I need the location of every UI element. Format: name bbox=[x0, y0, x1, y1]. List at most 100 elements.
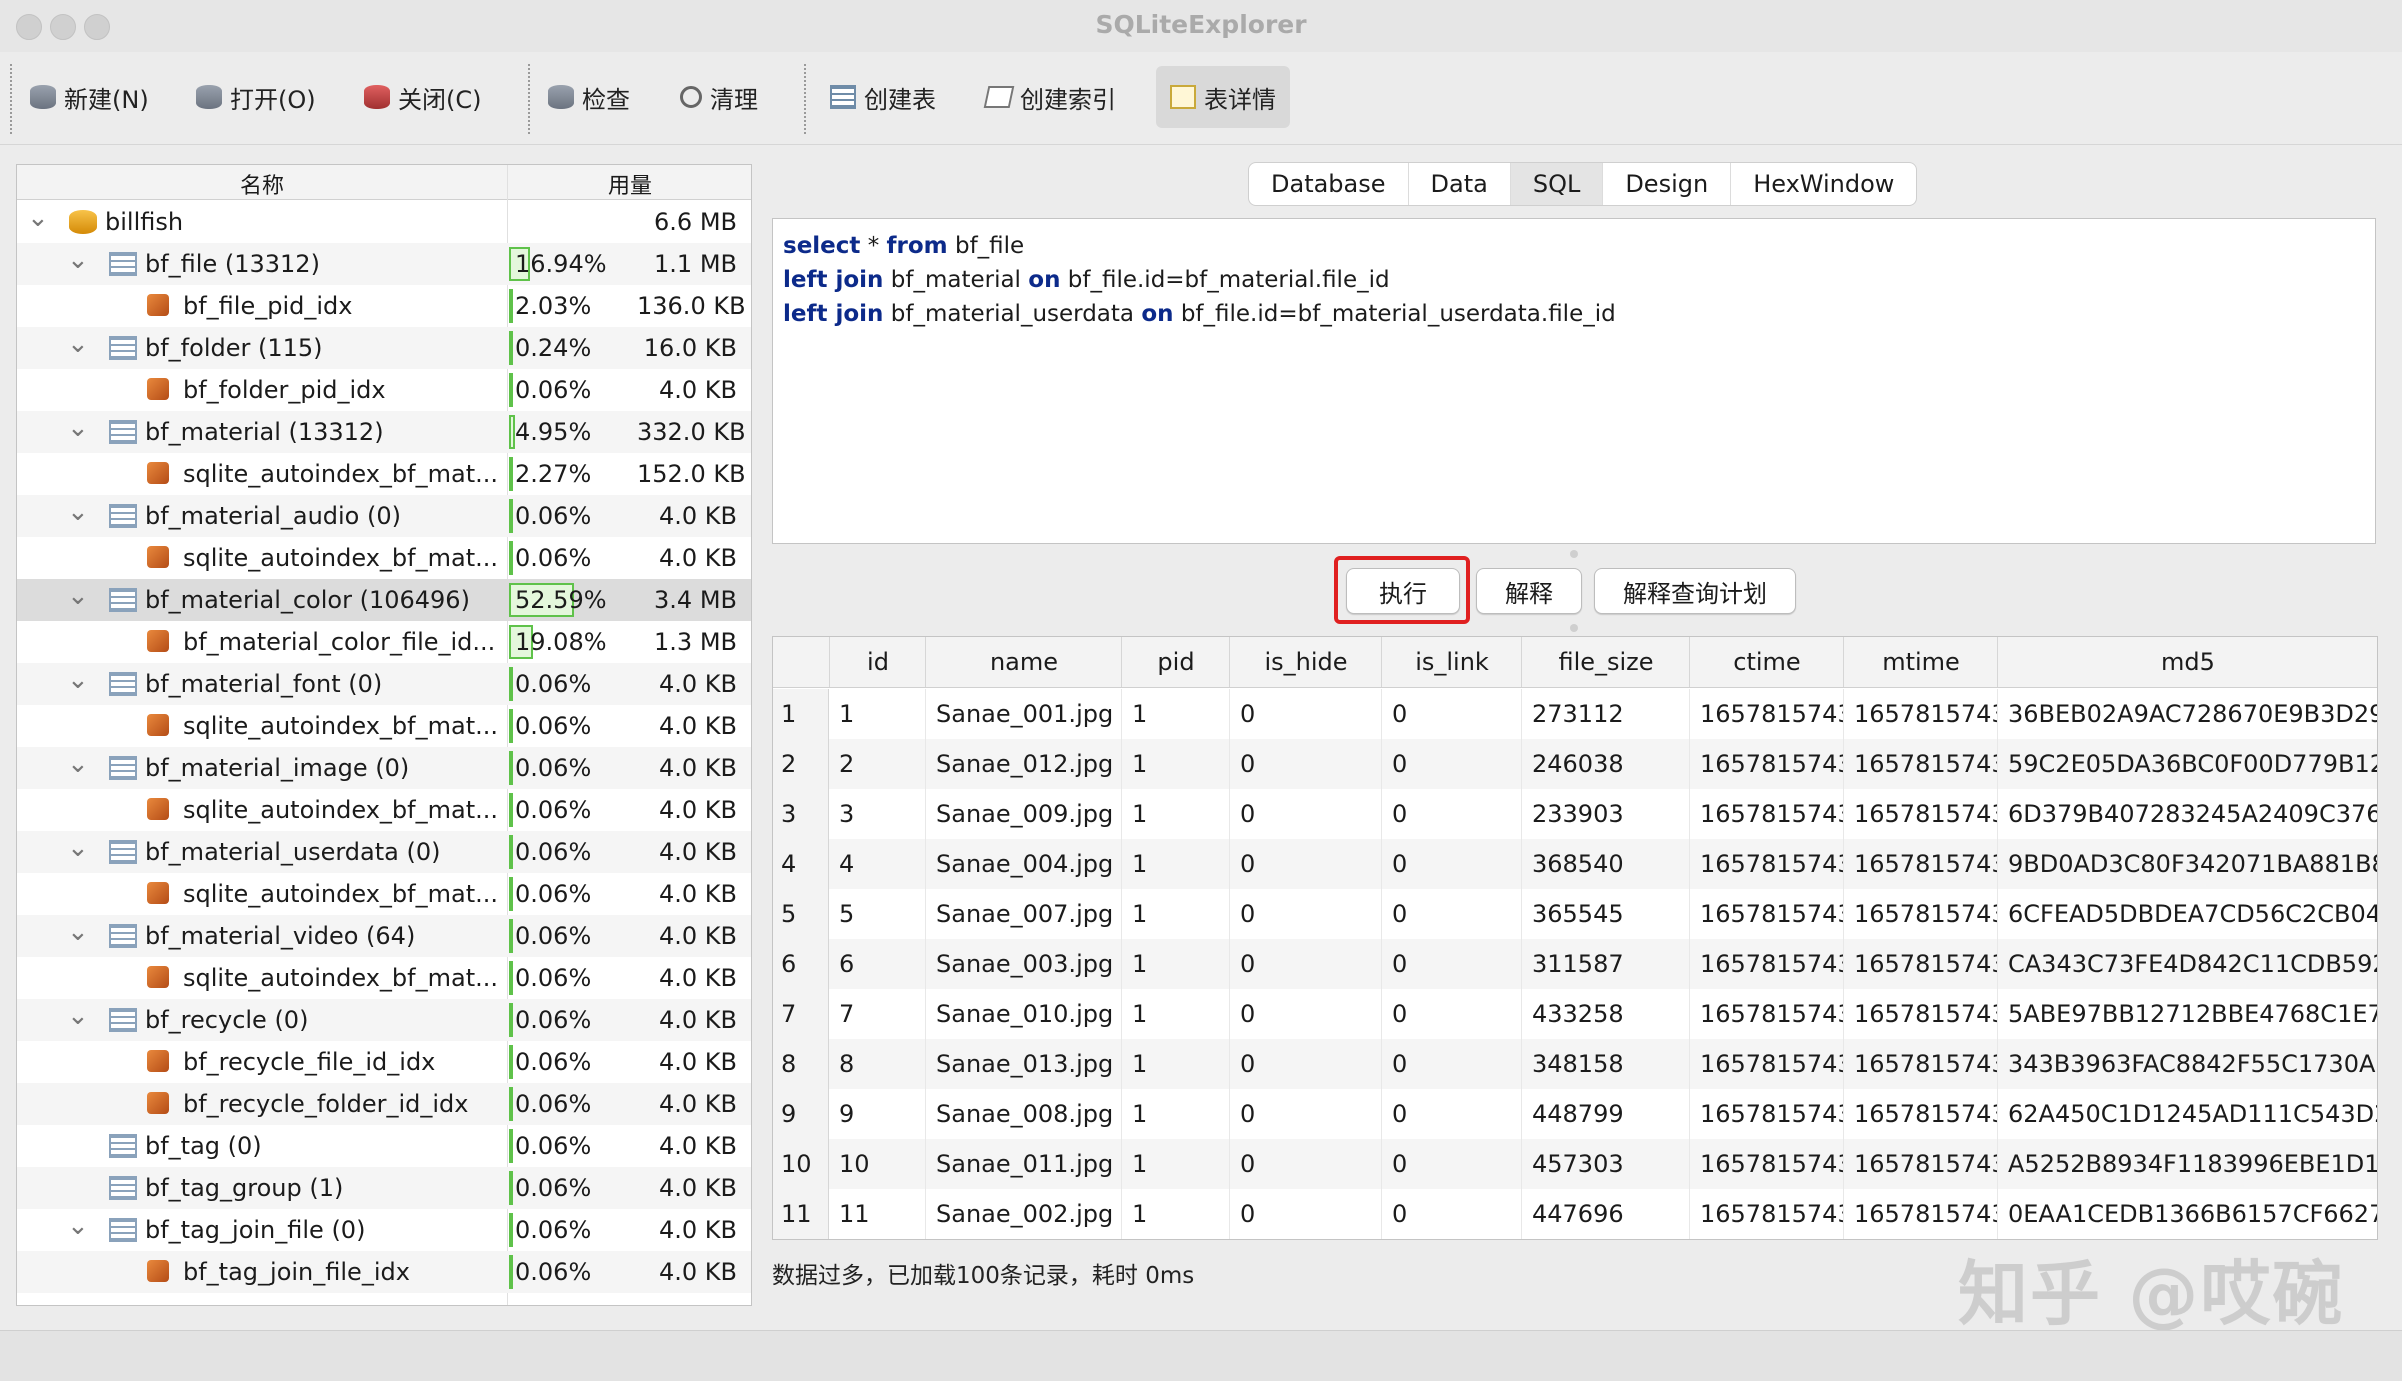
chevron-down-icon[interactable]: ⌄ bbox=[27, 203, 49, 233]
table-cell[interactable]: 1657815743 bbox=[1689, 1089, 1843, 1139]
table-cell[interactable]: 1657815743 bbox=[1689, 1039, 1843, 1089]
schema-tree[interactable]: 名称 用量 ⌄billfish6.6 MB⌄bf_file (13312)16.… bbox=[16, 164, 752, 1306]
table-cell[interactable]: 0 bbox=[1229, 1189, 1381, 1239]
table-cell[interactable]: 6 bbox=[829, 939, 925, 989]
clean-button[interactable]: 清理 bbox=[680, 66, 758, 128]
table-cell[interactable]: 10 bbox=[829, 1139, 925, 1189]
tab-sql[interactable]: SQL bbox=[1511, 163, 1604, 205]
table-cell[interactable]: 1 bbox=[1121, 1189, 1229, 1239]
tree-row[interactable]: ⌄bf_folder (115)0.24%16.0 KB bbox=[17, 327, 751, 369]
table-cell[interactable]: Sanae_011.jpg bbox=[925, 1139, 1121, 1189]
table-cell[interactable]: 11 bbox=[829, 1189, 925, 1239]
table-cell[interactable]: 1 bbox=[1121, 1089, 1229, 1139]
tab-hexwindow[interactable]: HexWindow bbox=[1731, 163, 1916, 205]
table-cell[interactable]: 0 bbox=[1381, 789, 1521, 839]
column-header[interactable]: file_size bbox=[1521, 637, 1690, 687]
tree-row[interactable]: bf_file_pid_idx2.03%136.0 KB bbox=[17, 285, 751, 327]
table-cell[interactable]: 5ABE97BB12712BBE4768C1E788 bbox=[1997, 989, 2377, 1039]
tree-row[interactable]: ⌄billfish6.6 MB bbox=[17, 201, 751, 243]
table-cell[interactable]: 3 bbox=[829, 789, 925, 839]
table-cell[interactable]: 0 bbox=[1381, 1089, 1521, 1139]
table-cell[interactable]: Sanae_001.jpg bbox=[925, 689, 1121, 739]
column-header-name[interactable]: 名称 bbox=[17, 168, 507, 200]
table-cell[interactable]: 0 bbox=[1381, 839, 1521, 889]
tree-row[interactable]: sqlite_autoindex_bf_mat...2.27%152.0 KB bbox=[17, 453, 751, 495]
tree-row[interactable]: ⌄bf_material_image (0)0.06%4.0 KB bbox=[17, 747, 751, 789]
table-cell[interactable]: 448799 bbox=[1521, 1089, 1689, 1139]
table-cell[interactable]: 246038 bbox=[1521, 739, 1689, 789]
chevron-down-icon[interactable]: ⌄ bbox=[67, 833, 89, 863]
table-cell[interactable]: 1657815743 bbox=[1843, 1189, 1997, 1239]
table-cell[interactable]: Sanae_007.jpg bbox=[925, 889, 1121, 939]
table-cell[interactable]: 1657815743 bbox=[1689, 889, 1843, 939]
table-cell[interactable]: 0 bbox=[1229, 789, 1381, 839]
tree-row[interactable]: bf_material_color_file_id...19.08%1.3 MB bbox=[17, 621, 751, 663]
table-cell[interactable]: A5252B8934F1183996EBE1D18B bbox=[1997, 1139, 2377, 1189]
table-cell[interactable]: 1657815743 bbox=[1843, 689, 1997, 739]
table-cell[interactable]: 8 bbox=[829, 1039, 925, 1089]
table-cell[interactable]: 0 bbox=[1229, 1139, 1381, 1189]
table-cell[interactable]: Sanae_009.jpg bbox=[925, 789, 1121, 839]
check-button[interactable]: 检查 bbox=[548, 66, 630, 128]
table-cell[interactable]: 59C2E05DA36BC0F00D779B128 bbox=[1997, 739, 2377, 789]
table-cell[interactable]: 6D379B407283245A2409C376B bbox=[1997, 789, 2377, 839]
chevron-down-icon[interactable]: ⌄ bbox=[67, 749, 89, 779]
table-cell[interactable]: 1657815743 bbox=[1843, 1089, 1997, 1139]
table-cell[interactable]: 0 bbox=[1229, 889, 1381, 939]
table-cell[interactable]: Sanae_010.jpg bbox=[925, 989, 1121, 1039]
table-cell[interactable]: 0 bbox=[1229, 739, 1381, 789]
table-cell[interactable]: 1657815743 bbox=[1689, 1139, 1843, 1189]
tree-row[interactable]: sqlite_autoindex_bf_mat...0.06%4.0 KB bbox=[17, 705, 751, 747]
table-cell[interactable]: 5 bbox=[829, 889, 925, 939]
tree-row[interactable]: sqlite_autoindex_bf_mat...0.06%4.0 KB bbox=[17, 873, 751, 915]
chevron-down-icon[interactable]: ⌄ bbox=[67, 917, 89, 947]
table-cell[interactable]: Sanae_008.jpg bbox=[925, 1089, 1121, 1139]
table-cell[interactable]: 1657815743 bbox=[1843, 789, 1997, 839]
table-cell[interactable]: 233903 bbox=[1521, 789, 1689, 839]
table-cell[interactable]: 2 bbox=[829, 739, 925, 789]
chevron-down-icon[interactable]: ⌄ bbox=[67, 581, 89, 611]
table-cell[interactable]: 0 bbox=[1381, 939, 1521, 989]
table-cell[interactable]: 0EAA1CEDB1366B6157CF662757 bbox=[1997, 1189, 2377, 1239]
table-row[interactable]: 33Sanae_009.jpg1002339031657815743165781… bbox=[773, 789, 2378, 839]
table-cell[interactable]: 0 bbox=[1229, 1039, 1381, 1089]
close-button[interactable]: 关闭(C) bbox=[364, 66, 481, 128]
sql-editor[interactable]: select * from bf_fileleft join bf_materi… bbox=[772, 218, 2376, 544]
table-cell[interactable]: 6CFEAD5DBDEA7CD56C2CB04F bbox=[1997, 889, 2377, 939]
tree-row[interactable]: bf_tag (0)0.06%4.0 KB bbox=[17, 1125, 751, 1167]
table-cell[interactable]: 1 bbox=[1121, 789, 1229, 839]
tree-row[interactable]: sqlite_autoindex_bf_mat...0.06%4.0 KB bbox=[17, 789, 751, 831]
table-cell[interactable]: 0 bbox=[1229, 1089, 1381, 1139]
table-row[interactable]: 11Sanae_001.jpg1002731121657815743165781… bbox=[773, 689, 2378, 739]
table-row[interactable]: 1010Sanae_011.jpg10045730316578157431657… bbox=[773, 1139, 2378, 1189]
table-cell[interactable]: 0 bbox=[1229, 939, 1381, 989]
table-cell[interactable]: 433258 bbox=[1521, 989, 1689, 1039]
table-row[interactable]: 77Sanae_010.jpg1004332581657815743165781… bbox=[773, 989, 2378, 1039]
create-table-button[interactable]: 创建表 bbox=[830, 66, 936, 128]
table-cell[interactable]: 1657815743 bbox=[1689, 839, 1843, 889]
table-cell[interactable]: 0 bbox=[1381, 1189, 1521, 1239]
table-cell[interactable]: 0 bbox=[1381, 889, 1521, 939]
tree-row[interactable]: ⌄bf_material_font (0)0.06%4.0 KB bbox=[17, 663, 751, 705]
table-cell[interactable]: Sanae_002.jpg bbox=[925, 1189, 1121, 1239]
tree-row[interactable]: bf_recycle_folder_id_idx0.06%4.0 KB bbox=[17, 1083, 751, 1125]
table-cell[interactable]: 365545 bbox=[1521, 889, 1689, 939]
column-header[interactable]: is_link bbox=[1381, 637, 1522, 687]
tree-row[interactable]: ⌄bf_tag_join_file (0)0.06%4.0 KB bbox=[17, 1209, 751, 1251]
tree-row[interactable]: bf_tag_join_file_idx0.06%4.0 KB bbox=[17, 1251, 751, 1293]
table-cell[interactable]: 1 bbox=[1121, 989, 1229, 1039]
tree-row[interactable]: ⌄bf_material_userdata (0)0.06%4.0 KB bbox=[17, 831, 751, 873]
table-cell[interactable]: 0 bbox=[1381, 739, 1521, 789]
table-cell[interactable]: Sanae_013.jpg bbox=[925, 1039, 1121, 1089]
table-cell[interactable]: 348158 bbox=[1521, 1039, 1689, 1089]
chevron-down-icon[interactable]: ⌄ bbox=[67, 665, 89, 695]
table-cell[interactable]: 0 bbox=[1229, 989, 1381, 1039]
tree-row[interactable]: bf_recycle_file_id_idx0.06%4.0 KB bbox=[17, 1041, 751, 1083]
table-row[interactable]: 44Sanae_004.jpg1003685401657815743165781… bbox=[773, 839, 2378, 889]
table-cell[interactable]: 368540 bbox=[1521, 839, 1689, 889]
table-cell[interactable]: 1 bbox=[1121, 689, 1229, 739]
tree-row[interactable]: bf_folder_pid_idx0.06%4.0 KB bbox=[17, 369, 751, 411]
tree-row[interactable]: ⌄bf_material_video (64)0.06%4.0 KB bbox=[17, 915, 751, 957]
tree-row[interactable]: sqlite_autoindex_bf_mat...0.06%4.0 KB bbox=[17, 957, 751, 999]
table-cell[interactable]: 1657815743 bbox=[1843, 989, 1997, 1039]
